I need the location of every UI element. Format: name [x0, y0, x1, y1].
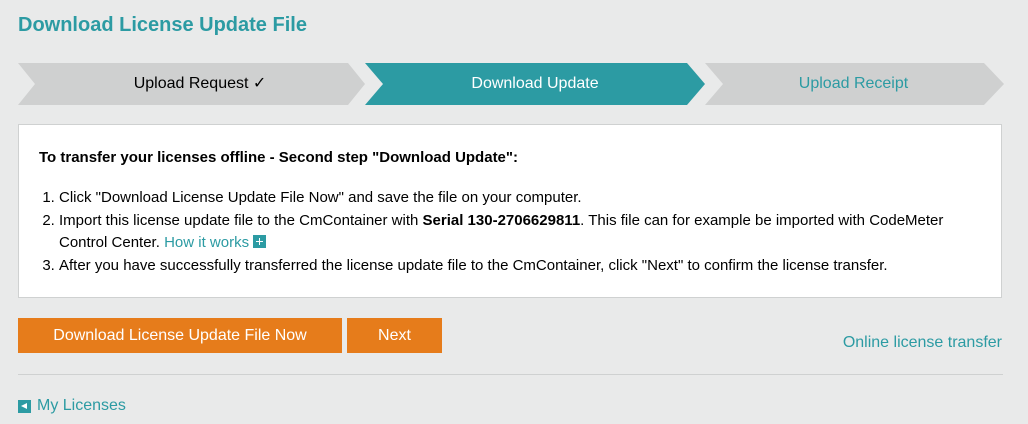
divider [18, 374, 1003, 375]
page-title: Download License Update File [18, 14, 307, 36]
instruction-item-1-text: Click "Download License Update File Now"… [59, 189, 582, 206]
instructions-panel: To transfer your licenses offline - Seco… [18, 124, 1002, 298]
my-licenses-label[interactable]: My Licenses [37, 397, 126, 415]
instructions-list: Click "Download License Update File Now"… [39, 187, 979, 277]
instructions-heading: To transfer your licenses offline - Seco… [39, 149, 519, 166]
serial-number: Serial 130-2706629811 [422, 211, 581, 229]
next-button[interactable]: Next [347, 318, 442, 353]
my-licenses-link[interactable]: My Licenses [18, 397, 126, 415]
instruction-item-2-before: Import this license update file to the C… [59, 211, 423, 229]
step-download-update: Download Update [471, 75, 599, 92]
step-upload-receipt: Upload Receipt [798, 75, 909, 92]
instruction-item-3: After you have successfully transferred … [59, 255, 979, 278]
how-it-works-link[interactable]: How it works [164, 234, 249, 251]
online-license-transfer-link[interactable]: Online license transfer [843, 334, 1002, 352]
plus-icon[interactable] [253, 235, 267, 248]
download-license-button[interactable]: Download License Update File Now [18, 318, 342, 353]
back-arrow-icon [18, 399, 31, 413]
progress-steps: Upload Request ✓ Download Update Upload … [18, 63, 1004, 105]
instruction-item-1: Click "Download License Update File Now"… [59, 187, 979, 210]
step-upload-request: Upload Request ✓ [133, 75, 267, 92]
instruction-item-2: Import this license update file to the C… [59, 210, 979, 255]
instruction-item-3-text: After you have successfully transferred … [59, 256, 888, 274]
